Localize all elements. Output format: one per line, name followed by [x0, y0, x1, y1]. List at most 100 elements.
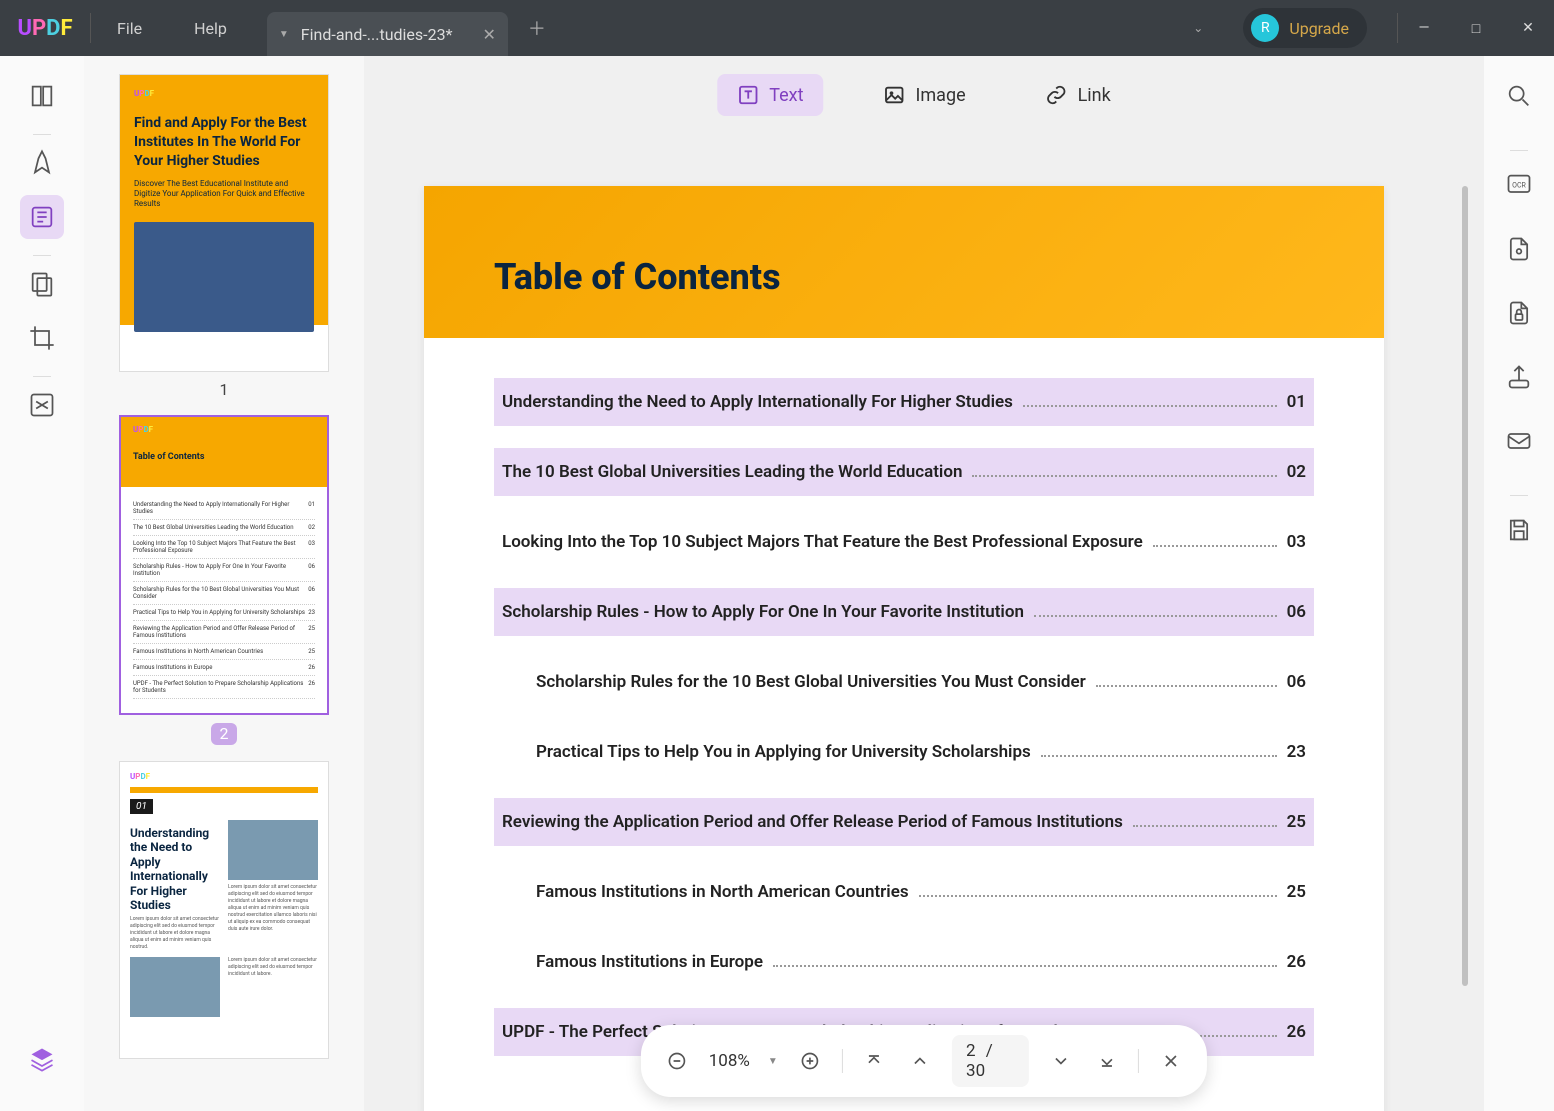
prev-page-icon[interactable]	[906, 1045, 934, 1077]
page-header: Table of Contents	[424, 186, 1384, 338]
tab-title: Find-and-...tudies-23*	[301, 25, 453, 44]
zoom-out-icon[interactable]	[663, 1045, 691, 1077]
zoom-level: 108%	[709, 1051, 750, 1071]
toc-page: 25	[1287, 812, 1306, 832]
layers-icon[interactable]	[20, 1037, 64, 1081]
protect-icon[interactable]	[1497, 291, 1541, 335]
toc-title: Reviewing the Application Period and Off…	[502, 812, 1123, 832]
search-icon[interactable]	[1497, 74, 1541, 118]
toc-page: 26	[1287, 952, 1306, 972]
save-icon[interactable]	[1497, 508, 1541, 552]
tab-close-icon[interactable]: ✕	[482, 25, 495, 44]
thumbnail-page-3[interactable]: UPDF 01 Understanding the Need to Apply …	[106, 761, 342, 1059]
thumb-title: Find and Apply For the Best Institutes I…	[134, 114, 314, 171]
separator	[1138, 1049, 1139, 1073]
toc-title: Famous Institutions in North American Co…	[536, 882, 909, 902]
toc-row[interactable]: Famous Institutions in Europe26	[494, 938, 1314, 986]
comment-tool-icon[interactable]	[20, 141, 64, 185]
toc-dots	[1034, 607, 1277, 617]
edit-image-label: Image	[915, 85, 965, 106]
right-toolbar: OCR	[1484, 56, 1554, 1111]
zoom-in-icon[interactable]	[796, 1045, 824, 1077]
toc-title: Scholarship Rules for the 10 Best Global…	[536, 672, 1086, 692]
edit-toolbar: Text Image Link	[717, 74, 1131, 116]
tab-dropdown-icon[interactable]: ▼	[279, 29, 289, 40]
first-page-icon[interactable]	[860, 1045, 888, 1077]
page-heading[interactable]: Table of Contents	[494, 256, 1314, 298]
close-toolbar-icon[interactable]	[1157, 1045, 1185, 1077]
organize-tool-icon[interactable]	[20, 262, 64, 306]
new-tab-icon[interactable]: ＋	[528, 15, 546, 41]
edit-image-button[interactable]: Image	[863, 74, 985, 116]
toc-dots	[773, 957, 1277, 967]
separator	[33, 376, 51, 377]
reader-mode-icon[interactable]	[20, 74, 64, 118]
toc-row[interactable]: Famous Institutions in North American Co…	[494, 868, 1314, 916]
document-tab[interactable]: ▼ Find-and-...tudies-23* ✕	[267, 12, 508, 56]
toc-page: 03	[1287, 532, 1306, 552]
upgrade-button[interactable]: R Upgrade	[1243, 8, 1367, 48]
page-input[interactable]: 2 / 30	[952, 1035, 1029, 1087]
toc-page: 25	[1287, 882, 1306, 902]
toc-row[interactable]: Looking Into the Top 10 Subject Majors T…	[494, 518, 1314, 566]
file-properties-icon[interactable]	[1497, 227, 1541, 271]
toc-dots	[1041, 747, 1277, 757]
close-icon[interactable]: ✕	[1502, 0, 1554, 56]
bottom-toolbar: 108% ▼ 2 / 30	[641, 1025, 1207, 1097]
tabs-overflow-icon[interactable]: ⌄	[1193, 21, 1203, 35]
toc-page: 06	[1287, 672, 1306, 692]
email-icon[interactable]	[1497, 419, 1541, 463]
menu-help[interactable]: Help	[168, 19, 253, 38]
toc-dots	[1133, 817, 1277, 827]
menu-file[interactable]: File	[91, 19, 168, 38]
redact-tool-icon[interactable]	[20, 383, 64, 427]
toc-dots	[1023, 397, 1277, 407]
minimize-icon[interactable]: ―	[1398, 0, 1450, 56]
toc-row[interactable]: Understanding the Need to Apply Internat…	[494, 378, 1314, 426]
thumb-badge: 01	[130, 799, 153, 814]
titlebar: UPDF File Help ▼ Find-and-...tudies-23* …	[0, 0, 1554, 56]
toc-row[interactable]: Scholarship Rules - How to Apply For One…	[494, 588, 1314, 636]
separator	[33, 134, 51, 135]
toc-title: Looking Into the Top 10 Subject Majors T…	[502, 532, 1143, 552]
edit-link-label: Link	[1078, 85, 1111, 106]
svg-text:OCR: OCR	[1512, 181, 1526, 189]
edit-link-button[interactable]: Link	[1026, 74, 1131, 116]
app-logo: UPDF	[0, 16, 90, 41]
toc-row[interactable]: The 10 Best Global Universities Leading …	[494, 448, 1314, 496]
scrollbar[interactable]	[1462, 186, 1468, 986]
toc-row[interactable]: Practical Tips to Help You in Applying f…	[494, 728, 1314, 776]
toc-body: Understanding the Need to Apply Internat…	[424, 338, 1384, 1111]
edit-tool-icon[interactable]	[20, 195, 64, 239]
user-avatar: R	[1251, 14, 1279, 42]
thumb-photo	[134, 222, 314, 332]
thumb-number: 1	[106, 380, 342, 399]
edit-text-button[interactable]: Text	[717, 74, 823, 116]
thumb-title: Understanding the Need to Apply Internat…	[130, 826, 220, 912]
text-icon	[737, 84, 759, 106]
toc-page: 01	[1287, 392, 1306, 412]
export-icon[interactable]	[1497, 355, 1541, 399]
separator	[33, 255, 51, 256]
toc-page: 23	[1287, 742, 1306, 762]
ocr-icon[interactable]: OCR	[1497, 163, 1541, 207]
thumbnails-panel: UPDF Find and Apply For the Best Institu…	[84, 56, 364, 1111]
thumbnail-page-1[interactable]: UPDF Find and Apply For the Best Institu…	[106, 74, 342, 399]
last-page-icon[interactable]	[1093, 1045, 1121, 1077]
toc-title: The 10 Best Global Universities Leading …	[502, 462, 962, 482]
canvas-area: Text Image Link Table of Contents Unders…	[364, 56, 1484, 1111]
crop-tool-icon[interactable]	[20, 316, 64, 360]
separator	[842, 1049, 843, 1073]
upgrade-label: Upgrade	[1289, 19, 1349, 38]
thumb-number: 2	[211, 723, 237, 745]
current-page: 2	[966, 1041, 976, 1061]
toc-row[interactable]: Reviewing the Application Period and Off…	[494, 798, 1314, 846]
toc-row[interactable]: Scholarship Rules for the 10 Best Global…	[494, 658, 1314, 706]
toc-dots	[919, 887, 1277, 897]
maximize-icon[interactable]: □	[1450, 0, 1502, 56]
toc-dots	[1096, 677, 1277, 687]
thumbnail-page-2[interactable]: UPDF Table of Contents Understanding the…	[106, 415, 342, 745]
zoom-dropdown-icon[interactable]: ▼	[768, 1056, 778, 1067]
document-page[interactable]: Table of Contents Understanding the Need…	[424, 186, 1384, 1111]
next-page-icon[interactable]	[1047, 1045, 1075, 1077]
